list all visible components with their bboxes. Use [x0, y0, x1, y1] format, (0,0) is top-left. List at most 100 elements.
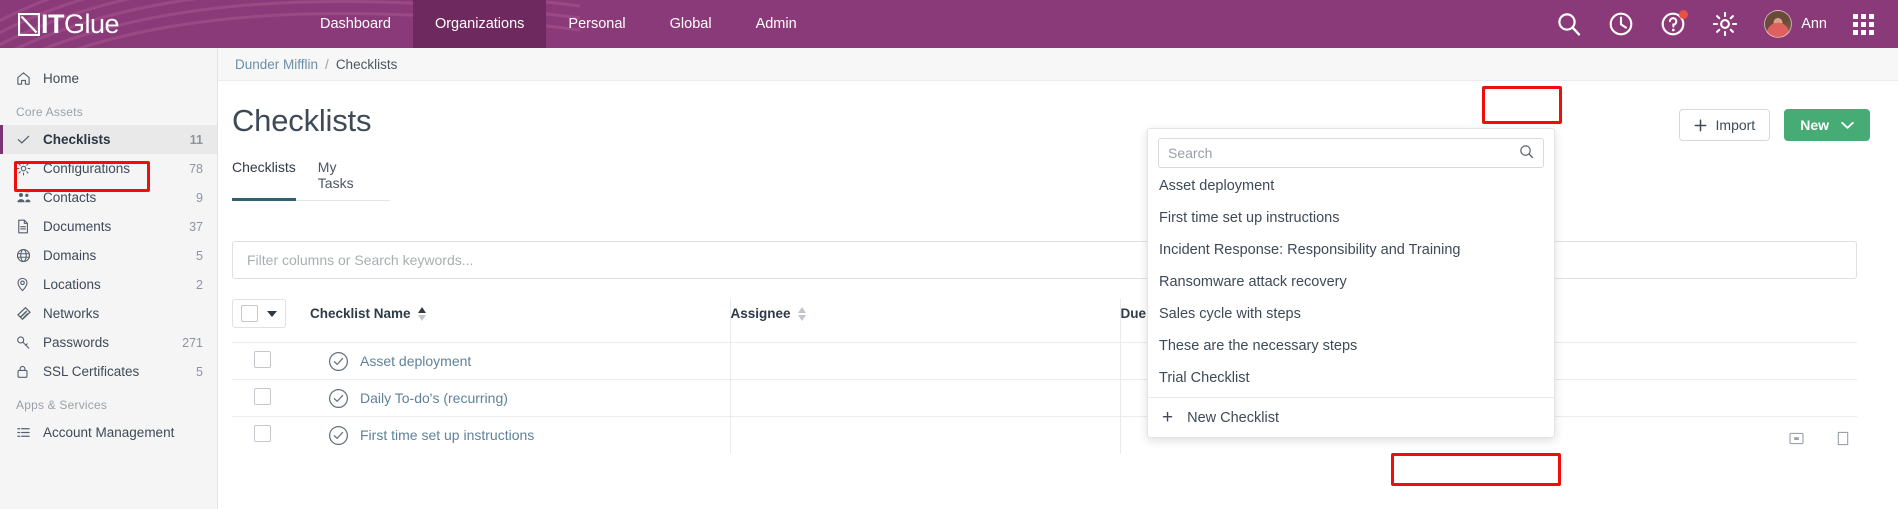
table-footer-icons [1789, 431, 1850, 446]
nav-item-admin[interactable]: Admin [734, 0, 819, 48]
row-name-cell: Asset deployment [310, 342, 730, 380]
sidebar-item-count: 11 [189, 132, 203, 147]
nav-item-dashboard[interactable]: Dashboard [298, 0, 413, 48]
primary-nav: Dashboard Organizations Personal Global … [298, 0, 819, 48]
table-row[interactable]: Asset deployment [232, 342, 1857, 380]
sidebar-item-account-management[interactable]: Account Management [0, 418, 217, 447]
header-checklist-name[interactable]: Checklist Name [310, 299, 730, 343]
app-root: IT Glue Dashboard Organizations Personal … [0, 0, 1898, 509]
checklist-status-icon [329, 388, 348, 408]
header-label: Due [1120, 306, 1147, 321]
breadcrumb: Dunder Mifflin / Checklists [218, 48, 1898, 81]
contacts-icon [16, 190, 34, 205]
logo-text-bold: IT [41, 8, 65, 39]
dropdown-item-ransomware-attack-recovery[interactable]: Ransomware attack recovery [1148, 266, 1554, 298]
search-icon[interactable] [1556, 11, 1582, 37]
sidebar-item-label: SSL Certificates [43, 364, 140, 379]
help-notification-dot [1679, 10, 1689, 19]
help-icon-wrap[interactable] [1660, 10, 1689, 37]
list-icon [16, 425, 34, 440]
breadcrumb-separator: / [325, 56, 329, 72]
new-button[interactable]: New [1784, 109, 1870, 141]
tab-label: My Tasks [317, 159, 354, 191]
nav-item-personal[interactable]: Personal [546, 0, 647, 48]
sidebar-item-label: Domains [43, 248, 97, 263]
breadcrumb-org-link[interactable]: Dunder Mifflin [235, 57, 318, 72]
new-checklist-button[interactable]: + New Checklist [1148, 397, 1554, 437]
new-checklist-label: New Checklist [1187, 409, 1279, 426]
sidebar-item-label: Configurations [43, 161, 131, 176]
lock-icon [16, 364, 34, 379]
dropdown-item-incident-response[interactable]: Incident Response: Responsibility and Tr… [1148, 234, 1554, 266]
table-row[interactable]: Daily To-do's (recurring) [232, 379, 1857, 417]
table-header-row: Checklist Name Assignee Due [232, 299, 1857, 343]
gear-icon [16, 161, 34, 176]
history-icon[interactable] [1608, 11, 1634, 37]
sidebar-item-networks[interactable]: Networks [0, 299, 217, 328]
row-name-cell: First time set up instructions [310, 416, 730, 454]
row-checkbox[interactable] [254, 425, 271, 443]
sidebar-item-documents[interactable]: Documents 37 [0, 212, 217, 241]
dropdown-item-trial-checklist[interactable]: Trial Checklist [1148, 362, 1554, 394]
sort-icon[interactable] [797, 306, 806, 321]
sidebar-item-ssl-certificates[interactable]: SSL Certificates 5 [0, 357, 217, 386]
sidebar-item-count: 2 [196, 277, 203, 292]
sidebar-item-count: 5 [196, 364, 203, 379]
tab-my-tasks[interactable]: My Tasks [318, 159, 368, 200]
gear-icon[interactable] [1712, 11, 1738, 37]
table-row[interactable]: First time set up instructions [232, 416, 1857, 454]
dropdown-item-asset-deployment[interactable]: Asset deployment [1148, 170, 1554, 202]
checklist-status-icon [329, 351, 348, 371]
sidebar-item-label: Documents [43, 219, 112, 234]
sidebar-item-count: 5 [196, 248, 203, 263]
user-name: Ann [1801, 16, 1827, 32]
nav-item-global[interactable]: Global [648, 0, 734, 48]
nav-label: Admin [755, 16, 797, 32]
top-bar-actions: Ann [1556, 0, 1898, 48]
sidebar-item-label: Checklists [43, 132, 111, 147]
select-all-dropdown[interactable] [232, 299, 286, 328]
sort-icon[interactable] [417, 306, 426, 321]
export-icon[interactable] [1789, 432, 1804, 445]
checklist-name-link[interactable]: Daily To-do's (recurring) [360, 390, 508, 406]
import-button[interactable]: Import [1678, 109, 1771, 141]
sidebar-item-home[interactable]: Home [0, 64, 217, 93]
sidebar-item-label: Networks [43, 306, 100, 321]
filter-search-input[interactable]: Filter columns or Search keywords... [232, 241, 1857, 279]
sidebar-item-contacts[interactable]: Contacts 9 [0, 183, 217, 212]
sidebar-item-count: 37 [189, 219, 203, 234]
page-header-row: Checklists Import New [232, 103, 1870, 141]
sidebar-item-passwords[interactable]: Passwords 271 [0, 328, 217, 357]
dropdown-search-input[interactable]: Search [1158, 138, 1544, 168]
header-label: Checklist Name [310, 306, 411, 321]
dropdown-item-first-time-set-up-instructions[interactable]: First time set up instructions [1148, 202, 1554, 234]
row-checkbox[interactable] [254, 351, 271, 368]
dropdown-item-sales-cycle-with-steps[interactable]: Sales cycle with steps [1148, 298, 1554, 330]
row-assignee-cell [729, 416, 1120, 454]
sidebar-item-domains[interactable]: Domains 5 [0, 241, 217, 270]
search-icon[interactable] [1519, 144, 1534, 162]
tab-checklists[interactable]: Checklists [232, 159, 296, 201]
sidebar-item-locations[interactable]: Locations 2 [0, 270, 217, 299]
content-tabs: Checklists My Tasks [232, 159, 390, 201]
print-icon[interactable] [1836, 431, 1850, 446]
dropdown-item-these-are-the-necessary-steps[interactable]: These are the necessary steps [1148, 330, 1554, 362]
select-all-checkbox[interactable] [241, 305, 258, 322]
checklist-name-link[interactable]: Asset deployment [360, 353, 471, 369]
sidebar-item-configurations[interactable]: Configurations 78 [0, 154, 217, 183]
header-label: Assignee [730, 306, 791, 321]
user-menu[interactable]: Ann [1764, 10, 1827, 38]
sidebar-item-label: Contacts [43, 190, 97, 205]
apps-grid-icon[interactable] [1853, 13, 1874, 35]
chevron-down-icon [267, 310, 277, 317]
itglue-logo[interactable]: IT Glue [0, 0, 218, 48]
header-assignee[interactable]: Assignee [729, 299, 1120, 343]
sidebar-item-checklists[interactable]: Checklists 11 [0, 125, 217, 154]
checklist-name-link[interactable]: First time set up instructions [360, 427, 534, 443]
row-name-cell: Daily To-do's (recurring) [310, 379, 730, 417]
globe-icon [16, 248, 34, 263]
new-checklist-dropdown-panel: Search Asset deployment First time set u… [1147, 128, 1555, 438]
sidebar-item-label: Passwords [43, 335, 110, 350]
nav-item-organizations[interactable]: Organizations [412, 0, 547, 48]
row-checkbox[interactable] [254, 388, 271, 405]
